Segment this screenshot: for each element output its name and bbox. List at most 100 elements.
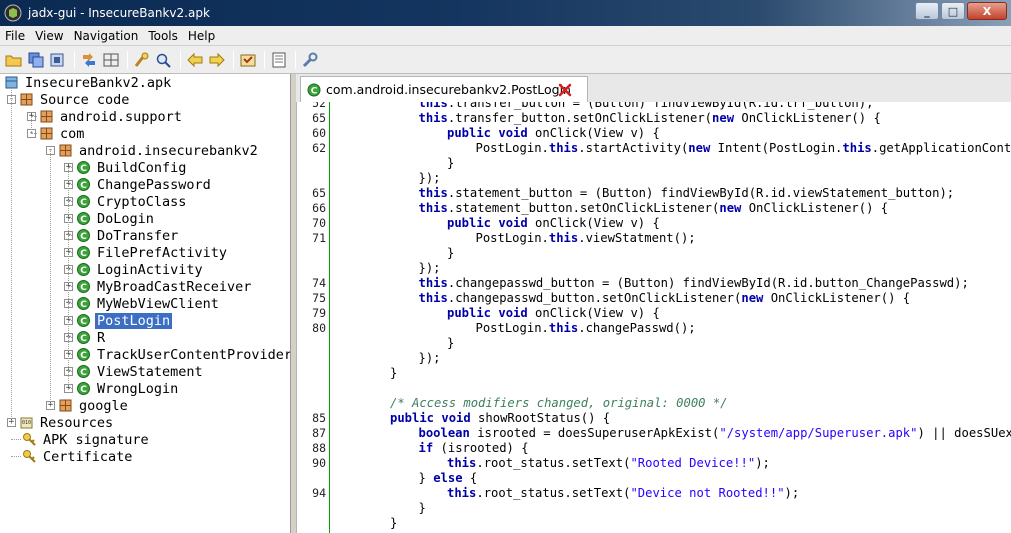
tab-postlogin[interactable]: C com.android.insecurebankv2.PostLogin: [300, 76, 588, 102]
log-viewer-icon[interactable]: [269, 50, 289, 70]
code-line: }: [390, 516, 397, 530]
editor-tab-bar: C com.android.insecurebankv2.PostLogin: [296, 74, 1011, 102]
flatten-packages-icon[interactable]: [101, 50, 121, 70]
tree-node-buildconfig[interactable]: + C BuildConfig: [64, 159, 188, 176]
cls-node-icon: C: [76, 381, 91, 396]
code-token: });: [418, 261, 441, 275]
tree-guide-line: [68, 167, 72, 168]
pkg-node-icon: [39, 126, 54, 141]
tree-node-label: Source code: [40, 91, 130, 108]
open-folder-icon[interactable]: [4, 50, 24, 70]
tree-node-mywebviewclient[interactable]: + C MyWebViewClient: [64, 295, 221, 312]
close-tab-icon[interactable]: [557, 82, 573, 98]
tree-node-dotransfer[interactable]: + C DoTransfer: [64, 227, 180, 244]
code-token: }: [418, 501, 426, 515]
tree-guide-line: [68, 184, 72, 185]
tree-node-label: ViewStatement: [97, 363, 203, 380]
code-line: public void onClick(View v) {: [447, 216, 660, 230]
tree-guide-line: [68, 286, 72, 287]
code-token: isrooted = doesSuperuserApkExist(: [469, 426, 720, 440]
key-node-icon: [22, 449, 37, 464]
code-line: public void showRootStatus() {: [390, 411, 610, 425]
code-token: .transfer_button = (Button) findViewById…: [447, 102, 874, 110]
deobfuscation-icon[interactable]: [238, 50, 258, 70]
menu-navigation[interactable]: Navigation: [69, 29, 144, 43]
maximize-button[interactable]: □: [941, 2, 965, 20]
sync-icon[interactable]: [79, 50, 99, 70]
class-icon: C: [307, 83, 321, 96]
text-search-icon[interactable]: [132, 50, 152, 70]
code-line: PostLogin.this.viewStatment();: [476, 231, 696, 245]
settings-wrench-icon[interactable]: [300, 50, 320, 70]
window-title: jadx-gui - InsecureBankv2.apk: [28, 6, 210, 20]
tree-node-changepassword[interactable]: + C ChangePassword: [64, 176, 213, 193]
code-token: .statement_button.setOnClickListener(: [447, 201, 720, 215]
tree-node-source-code[interactable]: - Source code: [7, 91, 131, 108]
tree-node-postlogin[interactable]: + C PostLogin: [64, 312, 173, 329]
code-token: .startActivity(: [578, 141, 689, 155]
class-search-icon[interactable]: [154, 50, 174, 70]
tree-node-label: Resources: [40, 414, 114, 431]
tree-node-label: Certificate: [43, 448, 133, 465]
code-line: PostLogin.this.changePasswd();: [476, 321, 696, 335]
code-token: new: [719, 201, 742, 215]
code-token: if: [418, 441, 434, 455]
tree-node-fileprefactivity[interactable]: + C FilePrefActivity: [64, 244, 229, 261]
tree-node-wronglogin[interactable]: + C WrongLogin: [64, 380, 180, 397]
svg-text:C: C: [80, 249, 87, 259]
menu-tools[interactable]: Tools: [143, 29, 183, 43]
tree-node-cryptoclass[interactable]: + C CryptoClass: [64, 193, 188, 210]
line-number: 52: [312, 102, 326, 110]
code-line: this.changepasswd_button = (Button) find…: [419, 276, 969, 290]
code-token: }: [447, 156, 455, 170]
tree-guide-line: [11, 439, 21, 440]
tree-node-certificate[interactable]: Certificate: [22, 448, 134, 465]
tree-node-viewstatement[interactable]: + C ViewStatement: [64, 363, 205, 380]
tree-node-android-support[interactable]: + android.support: [27, 108, 184, 125]
code-token: onClick(View v) {: [527, 216, 660, 230]
tree-node-google[interactable]: + google: [46, 397, 130, 414]
pkg-node-icon: [58, 398, 73, 413]
menu-bar: File View Navigation Tools Help: [0, 26, 1011, 46]
tree-node-dologin[interactable]: + C DoLogin: [64, 210, 156, 227]
line-number: 71: [312, 231, 326, 245]
line-number: 87: [312, 426, 326, 440]
export-icon[interactable]: [48, 50, 68, 70]
svg-text:C: C: [80, 283, 87, 293]
menu-file[interactable]: File: [0, 29, 30, 43]
tree-node-label: APK signature: [43, 431, 149, 448]
menu-view[interactable]: View: [30, 29, 68, 43]
code-token: OnClickListener() {: [763, 291, 911, 305]
forward-arrow-icon[interactable]: [207, 50, 227, 70]
tree-node-apk-signature[interactable]: APK signature: [22, 431, 151, 448]
code-token: .changepasswd_button = (Button) findView…: [447, 276, 969, 290]
code-token: .root_status.setText(: [476, 456, 631, 470]
tree-node-mybroadcastreceiver[interactable]: + C MyBroadCastReceiver: [64, 278, 253, 295]
code-view[interactable]: 52 65 60 62 65 66 70 71 74 75 79 80 85 87 88 90 94 this.…: [296, 102, 1011, 533]
code-token: }: [418, 471, 434, 485]
code-token: onClick(View v) {: [527, 306, 660, 320]
minimize-button[interactable]: _: [915, 2, 939, 20]
tree-node-apk[interactable]: InsecureBankv2.apk: [4, 74, 173, 91]
close-button[interactable]: X: [967, 2, 1007, 20]
tree-node-package[interactable]: - android.insecurebankv2: [46, 142, 260, 159]
svg-text:C: C: [80, 215, 87, 225]
code-token: showRootStatus() {: [470, 411, 611, 425]
tree-guide-line: [68, 303, 72, 304]
code-line: }: [447, 156, 454, 170]
tree-node-label: BuildConfig: [97, 159, 187, 176]
code-token: PostLogin.: [475, 231, 549, 245]
code-line: public void onClick(View v) {: [447, 126, 660, 140]
tree-node-resources[interactable]: +010 Resources: [7, 414, 115, 431]
code-token: }: [390, 516, 398, 530]
tree-node-label: InsecureBankv2.apk: [25, 74, 172, 91]
save-all-icon[interactable]: [26, 50, 46, 70]
back-arrow-icon[interactable]: [185, 50, 205, 70]
tree-guide-line: [31, 116, 37, 117]
code-line: }: [447, 246, 454, 260]
tree-node-loginactivity[interactable]: + C LoginActivity: [64, 261, 205, 278]
code-token: );: [784, 486, 800, 500]
tree-node-trackusercontentprovider[interactable]: + C TrackUserContentProvider: [64, 346, 290, 363]
code-token: new: [688, 141, 711, 155]
menu-help[interactable]: Help: [183, 29, 220, 43]
